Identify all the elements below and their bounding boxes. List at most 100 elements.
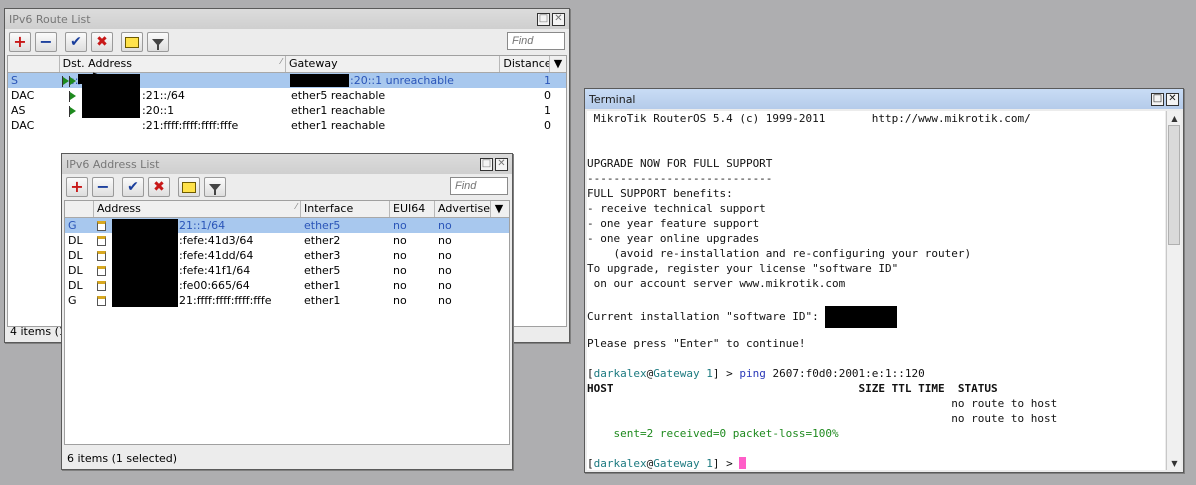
address-list-window[interactable]: IPv6 Address List □ ✕ + − ✔ ✖ Address⁄ I… [61,153,513,470]
remove-button[interactable]: − [92,177,114,197]
maximize-button[interactable]: □ [537,12,550,26]
col-dst-address[interactable]: Dst. Address ⁄ [60,56,286,72]
redaction [112,219,178,307]
filter-icon [152,38,164,50]
terminal-line: UPGRADE NOW FOR FULL SUPPORT [587,157,773,170]
disable-button[interactable]: ✖ [148,177,170,197]
col-distance[interactable]: Distance [500,56,551,72]
filter-icon [209,183,221,195]
filter-button[interactable] [204,177,226,197]
address-icon [97,251,106,261]
arrow-down-icon: ▼ [1171,458,1178,468]
col-interface[interactable]: Interface [301,201,390,217]
address-status: 6 items (1 selected) [67,452,178,465]
col-gateway[interactable]: Gateway [286,56,501,72]
minus-icon: − [96,177,110,196]
address-icon [97,281,106,291]
x-icon: ✖ [96,34,108,50]
terminal-line: Current installation "software ID": [587,306,1165,328]
close-icon: ✕ [497,158,506,169]
terminal-line: on our account server www.mikrotik.com [587,277,846,290]
maximize-icon: □ [481,158,492,169]
remove-button[interactable]: − [35,32,57,52]
address-table-header: Address ⁄ Interface EUI64 Advertise ▼ [65,201,509,218]
terminal-line: - receive technical support [587,202,766,215]
terminal-line: no route to host [587,397,1058,410]
terminal-line: - one year online upgrades [587,232,760,245]
address-table: Address ⁄ Interface EUI64 Advertise ▼ G 2… [64,200,510,445]
maximize-button[interactable]: □ [480,157,493,171]
address-icon [97,236,106,246]
scrollbar-thumb[interactable] [1168,125,1180,245]
terminal-prompt-line: [darkalex@Gateway 1] > ping 2607:f0d0:20… [587,367,925,380]
comment-button[interactable] [178,177,200,197]
terminal-line: ---------------------------- [587,172,773,185]
scroll-down-button[interactable]: ▼ [1167,456,1182,470]
enable-button[interactable]: ✔ [65,32,87,52]
terminal-scrollbar[interactable]: ▲ ▼ [1166,111,1181,470]
terminal-line: no route to host [587,412,1058,425]
terminal-window[interactable]: Terminal □ ✕ MikroTik RouterOS 5.4 (c) 1… [584,88,1184,473]
address-list-title: IPv6 Address List [66,157,160,171]
redaction [290,74,349,87]
terminal-titlebar[interactable]: Terminal □ ✕ [585,89,1183,109]
comment-button[interactable] [121,32,143,52]
table-row[interactable]: DAC :21:ffff:ffff:ffff:fffe ether1 reach… [8,118,566,133]
add-button[interactable]: + [9,32,31,52]
terminal-line: Please press "Enter" to continue! [587,337,806,350]
terminal-cursor [739,457,747,469]
address-icon [97,266,106,276]
redaction [82,82,140,118]
close-button[interactable]: ✕ [495,157,508,171]
terminal-line: - one year feature support [587,217,760,230]
close-icon: ✕ [1168,93,1177,104]
terminal-line: To upgrade, register your license "softw… [587,262,899,275]
terminal-line: sent=2 received=0 packet-loss=100% [587,427,839,440]
address-icon [97,296,106,306]
arrow-up-icon: ▲ [1171,113,1178,123]
terminal-title: Terminal [589,92,636,106]
address-toolbar: + − ✔ ✖ [62,174,512,200]
maximize-icon: □ [1152,93,1163,104]
plus-icon: + [70,177,84,196]
checkmark-icon: ✔ [70,34,82,50]
close-button[interactable]: ✕ [1166,92,1179,106]
col-eui64[interactable]: EUI64 [390,201,435,217]
terminal-output[interactable]: MikroTik RouterOS 5.4 (c) 1999-2011 http… [587,111,1165,470]
terminal-line: HOST SIZE TTL TIME STATUS [587,382,998,395]
redaction [825,306,898,328]
minus-icon: − [39,32,53,51]
col-advertise[interactable]: Advertise [435,201,491,217]
find-input[interactable] [507,32,565,50]
close-button[interactable]: ✕ [552,12,565,26]
terminal-line: MikroTik RouterOS 5.4 (c) 1999-2011 http… [587,112,1031,125]
maximize-button[interactable]: □ [1151,92,1164,106]
col-flags[interactable] [65,201,94,217]
chevron-down-icon: ▼ [494,202,504,215]
route-list-title: IPv6 Route List [9,12,91,26]
plus-icon: + [13,32,27,51]
find-input[interactable] [450,177,508,195]
column-menu-button[interactable]: ▼ [550,56,566,72]
route-active-icon [69,106,76,117]
route-list-titlebar[interactable]: IPv6 Route List □ ✕ [5,9,569,29]
terminal-line: (avoid re-installation and re-configurin… [587,247,972,260]
sort-icon: ⁄ [280,57,282,66]
sort-icon: ⁄ [295,202,297,211]
col-address[interactable]: Address ⁄ [94,201,301,217]
maximize-icon: □ [538,13,549,24]
filter-button[interactable] [147,32,169,52]
disable-button[interactable]: ✖ [91,32,113,52]
column-menu-button[interactable]: ▼ [491,201,507,217]
terminal-prompt-line: [darkalex@Gateway 1] > [587,456,1165,470]
col-flags[interactable] [8,56,60,72]
route-active-icon [69,91,76,102]
note-icon [125,36,139,48]
add-button[interactable]: + [66,177,88,197]
enable-button[interactable]: ✔ [122,177,144,197]
address-list-titlebar[interactable]: IPv6 Address List □ ✕ [62,154,512,174]
route-active-icon [69,76,76,87]
scroll-up-button[interactable]: ▲ [1167,111,1182,125]
address-icon [97,221,106,231]
note-icon [182,181,196,193]
